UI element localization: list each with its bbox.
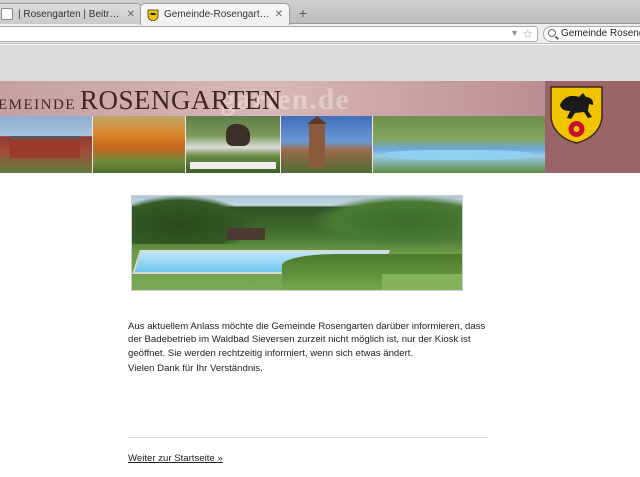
close-icon[interactable]: ✕: [127, 9, 135, 20]
search-icon: [548, 29, 556, 37]
site-banner: garten.de EMEINDE ROSENGARTEN: [0, 81, 640, 173]
new-tab-button[interactable]: +: [294, 5, 312, 21]
search-input[interactable]: Gemeinde Rosengarten: [543, 26, 640, 42]
banner-photo-pool: [373, 116, 545, 173]
home-link[interactable]: Weiter zur Startseite »: [128, 453, 223, 464]
banner-photo-church-tower: [281, 116, 373, 173]
page-top-bar: [0, 45, 640, 81]
banner-photo-town-hall: [0, 116, 93, 173]
browser-toolbar: ▼ ☆ Gemeinde Rosengarten: [0, 24, 640, 44]
bookmark-star-icon[interactable]: ☆: [522, 27, 533, 41]
coat-of-arms-icon[interactable]: [549, 85, 604, 145]
tab-label: Gemeinde-Rosengarten.de: [164, 9, 271, 20]
divider: [128, 437, 488, 438]
address-bar[interactable]: ▼ ☆: [0, 26, 538, 42]
thanks-message: Vielen Dank für Ihr Verständnis.: [128, 363, 263, 374]
crest-favicon-icon: [147, 9, 159, 21]
tab-gemeinde-rosengarten[interactable]: Gemeinde-Rosengarten.de ✕: [140, 3, 290, 25]
close-icon[interactable]: ✕: [275, 9, 283, 20]
tab-rosengarten-beitrag[interactable]: | Rosengarten | Beitrag be... ✕: [0, 3, 142, 24]
banner-title-strip: garten.de EMEINDE ROSENGARTEN: [0, 81, 545, 117]
tab-strip: | Rosengarten | Beitrag be... ✕ Gemeinde…: [0, 0, 640, 25]
banner-photo-show-jumping: [186, 116, 281, 173]
brand-name: ROSENGARTEN: [80, 85, 282, 115]
banner-photo-autumn-trees: [93, 116, 186, 173]
brand-prefix: EMEINDE: [0, 97, 76, 113]
site-logo-text[interactable]: EMEINDE ROSENGARTEN: [0, 85, 282, 116]
pool-photo: [131, 195, 463, 291]
banner-photo-strip: [0, 116, 545, 173]
tab-label: | Rosengarten | Beitrag be...: [18, 8, 123, 20]
notice-message: Aus aktuellem Anlass möchte die Gemeinde…: [128, 321, 486, 359]
page-icon: [1, 8, 13, 20]
search-value: Gemeinde Rosengarten: [561, 28, 640, 39]
dropdown-arrow-icon[interactable]: ▼: [510, 28, 519, 38]
